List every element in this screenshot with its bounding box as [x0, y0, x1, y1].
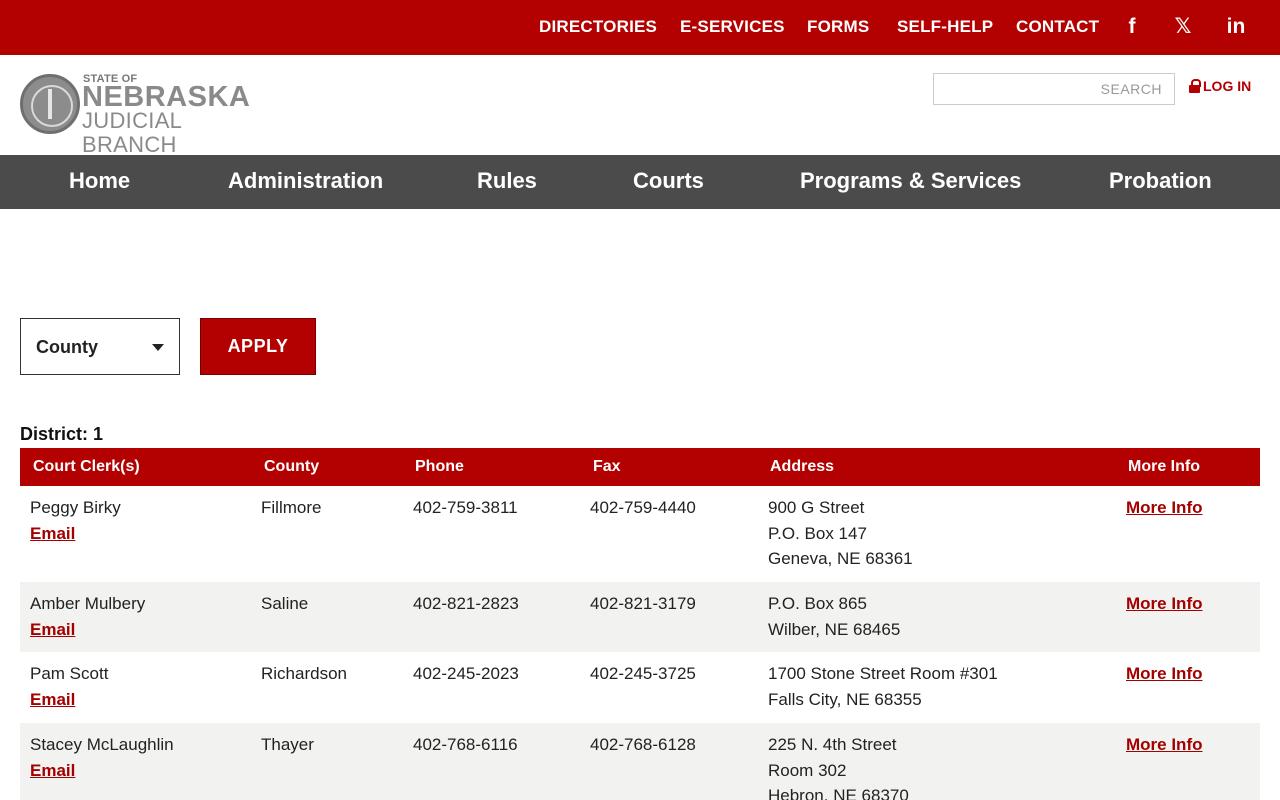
- table-row: Amber Mulbery Email Saline 402-821-2823 …: [20, 582, 1260, 652]
- email-link[interactable]: Email: [30, 617, 145, 643]
- address-cell: 1700 Stone Street Room #301 Falls City, …: [768, 661, 998, 712]
- lock-icon: [1189, 79, 1201, 93]
- header-address: Address: [770, 458, 835, 475]
- clerk-name: Amber Mulbery: [30, 594, 146, 613]
- county-cell: Thayer: [261, 735, 314, 754]
- county-cell: Fillmore: [261, 498, 322, 517]
- more-info-cell: More Info: [1126, 495, 1203, 521]
- more-info-cell: More Info: [1126, 732, 1203, 758]
- caret-down-icon: [152, 344, 164, 351]
- x-icon[interactable]: 𝕏: [1171, 14, 1195, 40]
- nav-probation[interactable]: Probation: [1109, 168, 1212, 194]
- header-court-clerks: Court Clerk(s): [33, 458, 140, 475]
- nav-administration[interactable]: Administration: [228, 168, 383, 194]
- nav-rules[interactable]: Rules: [477, 168, 537, 194]
- search-input[interactable]: [934, 74, 1174, 104]
- clerk-name: Peggy Birky: [30, 498, 121, 517]
- more-info-link[interactable]: More Info: [1126, 732, 1203, 758]
- clerk-table: Court Clerk(s) County Phone Fax Address …: [20, 448, 1260, 800]
- utility-bar: DIRECTORIES E-SERVICES FORMS SELF-HELP C…: [0, 0, 1280, 55]
- address-line: Room 302: [768, 760, 847, 780]
- address-cell: P.O. Box 865 Wilber, NE 68465: [768, 591, 900, 642]
- county-cell: Richardson: [261, 664, 347, 683]
- more-info-link[interactable]: More Info: [1126, 661, 1203, 687]
- clerk-cell: Peggy Birky Email: [30, 495, 121, 546]
- more-info-link[interactable]: More Info: [1126, 591, 1203, 617]
- nav-programs-services[interactable]: Programs & Services: [800, 168, 1021, 194]
- header-county: County: [264, 458, 320, 475]
- phone-cell: 402-759-3811: [413, 498, 518, 517]
- address-line: P.O. Box 865: [768, 594, 867, 613]
- fax-cell: 402-768-6128: [590, 735, 696, 754]
- fax-cell: 402-245-3725: [590, 664, 696, 683]
- nav-courts[interactable]: Courts: [633, 168, 704, 194]
- address-cell: 900 G Street P.O. Box 147 Geneva, NE 683…: [768, 495, 913, 572]
- fax-cell: 402-759-4440: [590, 498, 696, 517]
- clerk-name: Stacey McLaughlin: [30, 735, 174, 754]
- county-cell: Saline: [261, 594, 309, 613]
- email-link[interactable]: Email: [30, 521, 121, 547]
- address-line: 225 N. 4th Street: [768, 735, 897, 754]
- facebook-icon[interactable]: f: [1120, 14, 1144, 40]
- header-more-info: More Info: [1128, 458, 1200, 475]
- district-number: 1: [93, 424, 104, 444]
- nav-home[interactable]: Home: [69, 168, 130, 194]
- address-line: P.O. Box 147: [768, 523, 867, 543]
- logo-line-judicial-branch: JUDICIAL BRANCH: [82, 108, 182, 157]
- table-header: Court Clerk(s) County Phone Fax Address …: [20, 448, 1260, 486]
- address-line: Wilber, NE 68465: [768, 619, 901, 639]
- state-seal-icon: [20, 74, 80, 134]
- more-info-link[interactable]: More Info: [1126, 495, 1203, 521]
- apply-button[interactable]: APPLY: [200, 318, 316, 375]
- address-line: 1700 Stone Street Room #301: [768, 664, 998, 683]
- clerk-cell: Stacey McLaughlin Email: [30, 732, 174, 783]
- clerk-cell: Amber Mulbery Email: [30, 591, 145, 642]
- utility-link-e-services[interactable]: E-SERVICES: [680, 17, 785, 37]
- utility-link-self-help[interactable]: SELF-HELP: [897, 17, 993, 37]
- utility-link-directories[interactable]: DIRECTORIES: [539, 17, 657, 37]
- site-logo[interactable]: STATE OF NEBRASKA JUDICIAL BRANCH: [20, 72, 280, 157]
- address-line: Falls City, NE 68355: [768, 689, 922, 709]
- address-line: Hebron, NE 68370: [768, 786, 909, 800]
- table-row: Stacey McLaughlin Email Thayer 402-768-6…: [20, 723, 1260, 800]
- phone-cell: 402-768-6116: [413, 735, 518, 754]
- login-label: LOG IN: [1203, 78, 1252, 94]
- login-link[interactable]: LOG IN: [1189, 78, 1251, 94]
- address-line: Geneva, NE 68361: [768, 549, 913, 568]
- phone-cell: 402-245-2023: [413, 664, 519, 683]
- table-row: Peggy Birky Email Fillmore 402-759-3811 …: [20, 486, 1260, 582]
- county-select-value: County: [36, 337, 98, 357]
- phone-cell: 402-821-2823: [413, 594, 519, 613]
- utility-link-contact[interactable]: CONTACT: [1016, 17, 1099, 37]
- fax-cell: 402-821-3179: [590, 594, 696, 613]
- utility-link-forms[interactable]: FORMS: [807, 17, 869, 37]
- more-info-cell: More Info: [1126, 661, 1203, 687]
- search-field[interactable]: [933, 73, 1175, 105]
- clerk-name: Pam Scott: [30, 664, 109, 683]
- address-line: 900 G Street: [768, 498, 865, 517]
- district-label: District:: [20, 424, 89, 444]
- main-nav: Home Administration Rules Courts Program…: [0, 155, 1280, 209]
- header-phone: Phone: [415, 458, 464, 475]
- address-cell: 225 N. 4th Street Room 302 Hebron, NE 68…: [768, 732, 909, 800]
- county-select[interactable]: County: [20, 318, 180, 375]
- header-fax: Fax: [593, 458, 621, 475]
- more-info-cell: More Info: [1126, 591, 1203, 617]
- district-heading: District: 1: [20, 424, 103, 445]
- table-row: Pam Scott Email Richardson 402-245-2023 …: [20, 652, 1260, 723]
- clerk-cell: Pam Scott Email: [30, 661, 108, 712]
- email-link[interactable]: Email: [30, 687, 108, 713]
- linkedin-icon[interactable]: in: [1224, 14, 1248, 40]
- email-link[interactable]: Email: [30, 758, 174, 784]
